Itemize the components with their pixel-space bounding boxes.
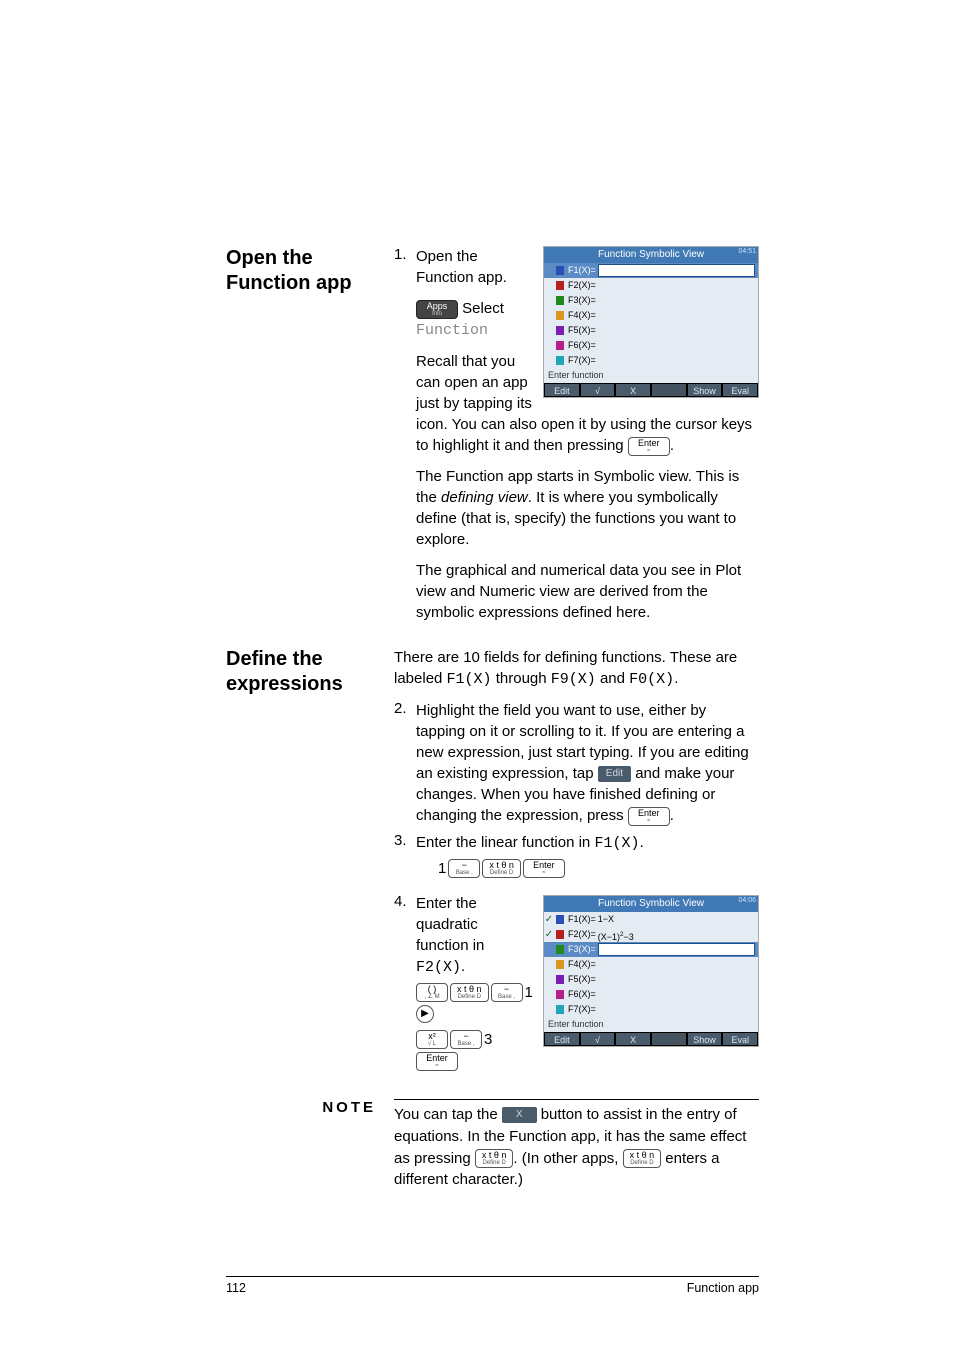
step-text: Enter the quadratic function in: [416, 895, 484, 954]
period: .: [670, 437, 674, 454]
enter-key: Enter≈: [628, 437, 670, 456]
defining-view-text: defining view: [441, 489, 528, 506]
fx-label: F2(X)=: [566, 278, 596, 293]
step-number: 2.: [394, 700, 416, 826]
softkey-show: Show: [687, 1032, 723, 1046]
fx-label: F5(X)=: [566, 972, 596, 987]
minus-key: −Base ,: [448, 859, 480, 878]
screenshot-time: 04:51: [738, 247, 756, 257]
section-heading-define: Define the expressions: [226, 647, 394, 697]
softkey-check: √: [580, 1032, 616, 1046]
fx-label: F7(X)=: [566, 353, 596, 368]
fn-label: F0(X): [629, 671, 674, 688]
softkey-x: X: [615, 383, 651, 397]
note-text: You can tap the: [394, 1106, 502, 1123]
xttn-key: x t θ nDefine D: [450, 983, 489, 1002]
section-heading-open: Open the Function app: [226, 246, 394, 296]
enter-key: Enter≈: [628, 807, 670, 826]
fx-label: F5(X)=: [566, 323, 596, 338]
screenshot-hint: Enter function: [544, 368, 758, 383]
fx-label: F2(X)=: [566, 927, 596, 942]
screenshot-time: 04:06: [738, 896, 756, 906]
screenshot-title: Function Symbolic View: [598, 249, 704, 260]
step-number: 4.: [394, 893, 416, 1079]
step-number: 3.: [394, 832, 416, 887]
enter-key: Enter≈: [416, 1052, 458, 1071]
fx-label: F4(X)=: [566, 957, 596, 972]
paren-key: ( ), ∠ M: [416, 983, 448, 1002]
step-text: Open the Function app.: [416, 248, 507, 286]
screenshot-symbolic-filled: Function Symbolic View 04:06 ✓F1(X)=1−X …: [543, 895, 759, 1047]
softkey-edit: Edit: [544, 383, 580, 397]
fx-label: F7(X)=: [566, 1002, 596, 1017]
minus-key: −Base ,: [491, 983, 523, 1002]
x-softbutton: X: [502, 1107, 537, 1124]
softkey-x: X: [615, 1032, 651, 1046]
xttn-key: x t θ nDefine D: [623, 1149, 662, 1168]
fn-label: F2(X): [416, 959, 461, 976]
fx-label: F3(X)=: [566, 942, 596, 957]
function-text: Function: [416, 322, 488, 339]
edit-softbutton: Edit: [598, 766, 631, 782]
intro-text: through: [492, 670, 551, 687]
xttn-key: x t θ nDefine D: [482, 859, 521, 878]
softkey-eval: Eval: [722, 383, 758, 397]
intro-text: and: [596, 670, 629, 687]
screenshot-symbolic-empty: Function Symbolic View 04:51 F1(X)= F2(X…: [543, 246, 759, 398]
softkey-show: Show: [687, 383, 723, 397]
fx-label: F3(X)=: [566, 293, 596, 308]
select-text: Select: [458, 300, 504, 317]
fx-label: F1(X)=: [566, 263, 596, 278]
fx-label: F6(X)=: [566, 338, 596, 353]
period: .: [639, 834, 643, 851]
minus-key: −Base ,: [450, 1030, 482, 1049]
step-number: 1.: [394, 246, 416, 623]
note-label: NOTE: [226, 1099, 394, 1116]
fx-label: F1(X)=: [566, 912, 596, 927]
key-sequence-quadratic: ( ), ∠ M x t θ nDefine D −Base , 1 ▶ x²√…: [416, 982, 533, 1071]
footer-title: Function app: [687, 1281, 759, 1295]
fx-value: 1−X: [596, 912, 614, 927]
period: .: [670, 807, 674, 824]
enter-key: Enter≈: [523, 859, 565, 878]
period: .: [461, 958, 465, 975]
apps-key: AppsInfo: [416, 300, 458, 319]
step-text: Enter the linear function in: [416, 834, 594, 851]
note-text: . (In other apps,: [513, 1150, 622, 1167]
fn-label: F9(X): [551, 671, 596, 688]
xttn-key: x t θ nDefine D: [475, 1149, 514, 1168]
fx-label: F4(X)=: [566, 308, 596, 323]
screenshot-title: Function Symbolic View: [598, 898, 704, 909]
softkey-empty: .: [651, 1032, 687, 1046]
softkey-edit: Edit: [544, 1032, 580, 1046]
period: .: [674, 670, 678, 687]
fx-value: (X−1)2−3: [596, 927, 634, 942]
screenshot-hint: Enter function: [544, 1017, 758, 1032]
softkey-eval: Eval: [722, 1032, 758, 1046]
page-number: 112: [226, 1281, 246, 1295]
key-sequence-linear: 1 −Base , x t θ nDefine D Enter≈: [416, 858, 759, 879]
softkey-empty: .: [651, 383, 687, 397]
xsquared-key: x²√ L: [416, 1030, 448, 1049]
graphical-text: The graphical and numerical data you see…: [416, 562, 741, 621]
fn-label: F1(X): [447, 671, 492, 688]
fn-label: F1(X): [594, 835, 639, 852]
softkey-check: √: [580, 383, 616, 397]
right-arrow-key: ▶: [416, 1005, 434, 1023]
fx-label: F6(X)=: [566, 987, 596, 1002]
